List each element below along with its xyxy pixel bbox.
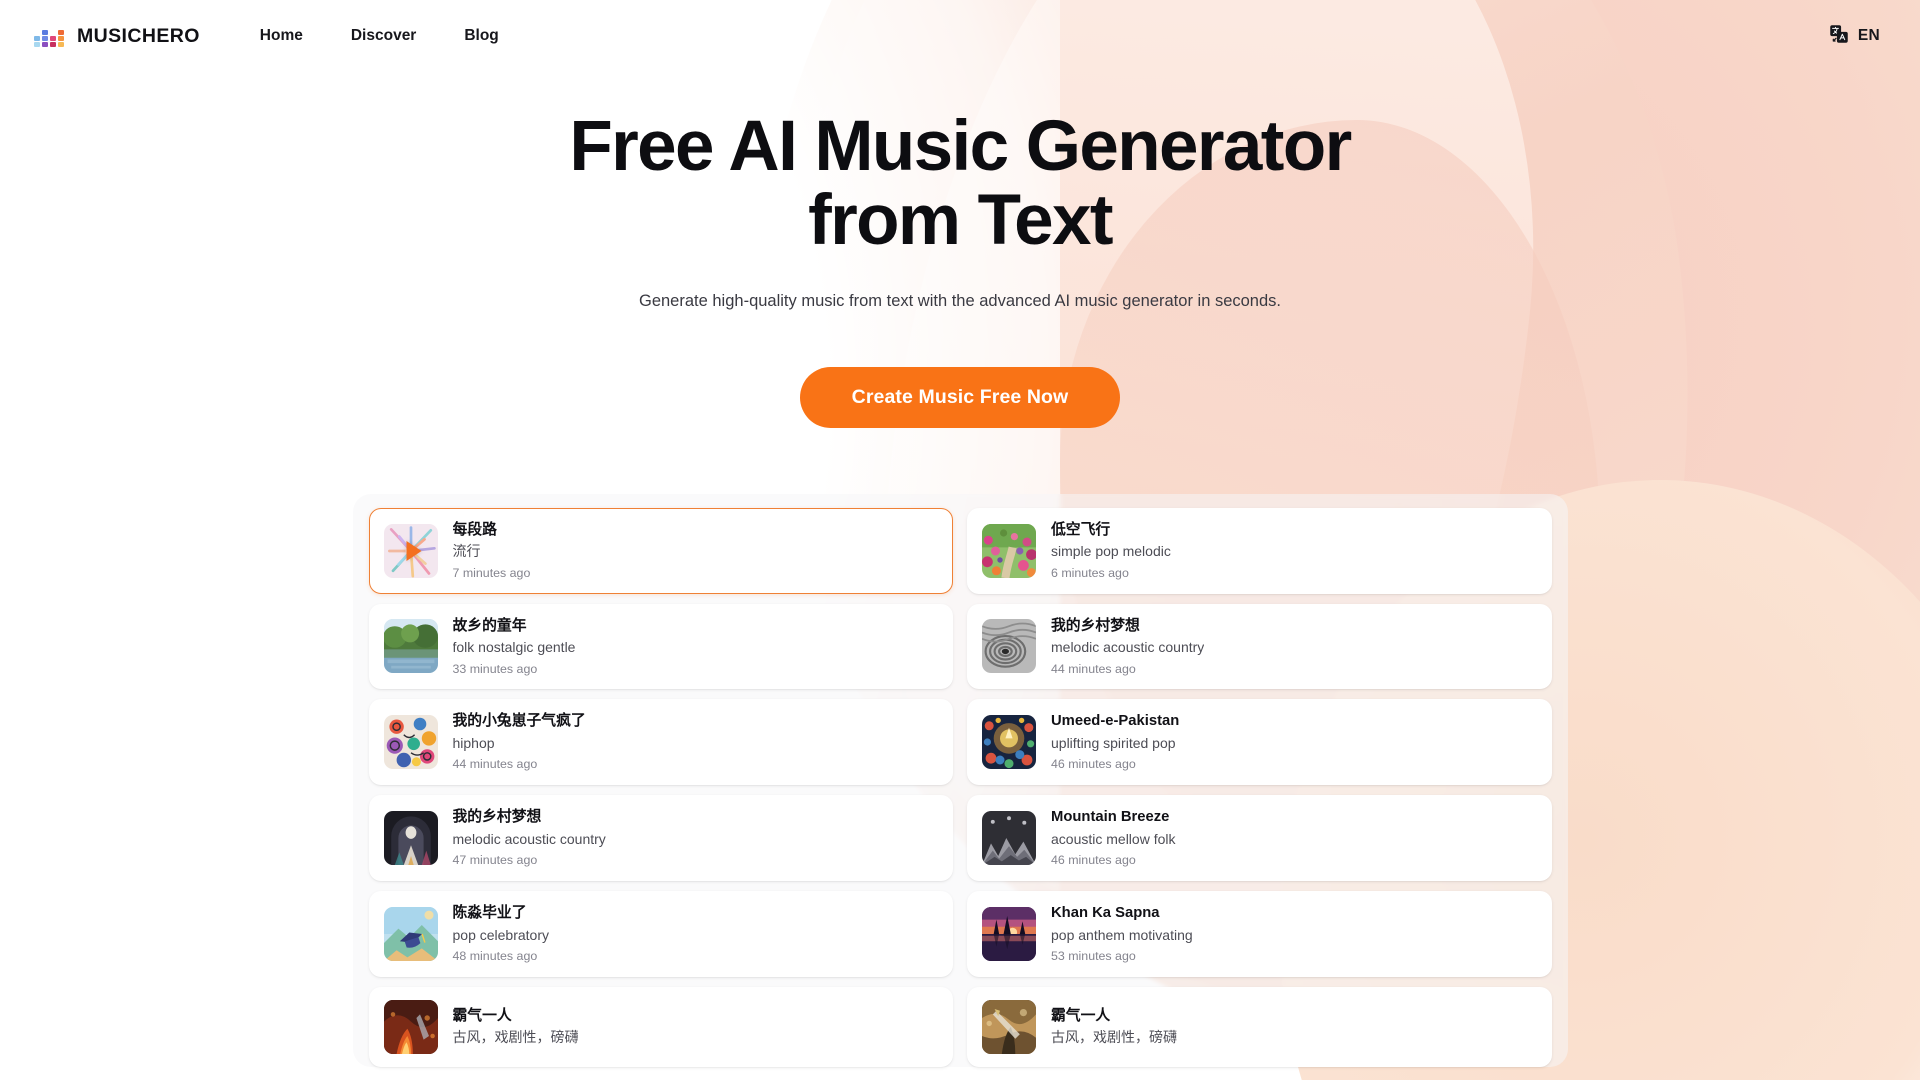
hero-title-line-2: from Text [808,180,1113,260]
play-icon[interactable] [406,540,421,561]
track-timestamp: 46 minutes ago [1051,853,1136,868]
hero-cta-wrapper: Create Music Free Now [0,366,1920,428]
track-title: Mountain Breeze [1051,809,1170,826]
translate-icon [1829,24,1849,49]
track-title: 陈淼毕业了 [452,905,527,922]
track-card[interactable]: 我的乡村梦想 melodic acoustic country 44 minutes… [967,603,1552,690]
track-card[interactable]: 故乡的童年 folk nostalgic gentle 33 minutes ago [368,603,953,690]
track-style-tags: 古风，戏剧性，磅礴 [1051,1029,1177,1046]
main-navigation: Home Discover Blog [260,27,499,45]
nav-item-home[interactable]: Home [260,27,303,45]
track-artwork-abstract-colorful-burst-icon[interactable] [383,523,438,578]
track-timestamp: 53 minutes ago [1051,949,1136,964]
track-artwork-graduation-cap-sky-icon[interactable] [383,907,438,962]
track-card[interactable]: Umeed-e-Pakistan uplifting spirited pop 46… [967,699,1552,786]
track-timestamp: 48 minutes ago [452,949,538,964]
page-root: MUSICHERO Home Discover Blog EN Free AI … [0,0,1920,1080]
track-meta: 故乡的童年 folk nostalgic gentle 33 minutes ago [453,617,576,677]
hero-title-line-1: Free AI Music Generator [569,107,1352,186]
track-artwork-grayscale-swirl-eye-icon[interactable] [982,619,1036,674]
track-artwork-purple-sunset-lake-icon[interactable] [982,907,1036,962]
nav-item-blog[interactable]: Blog [464,27,498,45]
track-timestamp: 44 minutes ago [1051,661,1136,676]
track-title: 霸气一人 [452,1007,512,1024]
tracks-grid: 每段路流行 7 minutes ago 低空飞行 simple pop melodi… [368,507,1552,1067]
brand-name: MUSICHERO [77,24,200,47]
track-meta: 低空飞行 simple pop melodic 6 minutes ago [1051,521,1171,581]
track-artwork-lantern-stained-glass-icon[interactable] [982,715,1036,770]
track-title: 低空飞行 [1051,521,1111,538]
track-title: 我的乡村梦想 [1051,617,1140,634]
track-style-tags: pop anthem motivating [1051,926,1193,943]
track-title: Umeed-e-Pakistan [1051,713,1180,730]
brand-logo-link[interactable]: MUSICHERO [34,22,200,50]
language-switcher[interactable]: EN [1823,20,1886,53]
track-card[interactable]: 霸气一人古风，戏剧性，磅礴 [967,986,1552,1067]
equalizer-bars-logo-icon [34,22,64,50]
track-card[interactable]: 每段路流行 7 minutes ago [368,507,953,594]
track-artwork-grayscale-mountain-range-icon[interactable] [982,811,1036,866]
track-style-tags: 古风，戏剧性，磅礴 [452,1029,579,1046]
header-actions: EN [1823,20,1886,53]
site-header: MUSICHERO Home Discover Blog EN [0,0,1920,72]
create-music-button[interactable]: Create Music Free Now [799,366,1121,428]
track-style-tags: 流行 [452,543,481,560]
track-artwork-colorful-graffiti-doodle-icon[interactable] [383,715,438,770]
track-meta: 我的小兔崽子气疯了 hiphop 44 minutes ago [453,712,586,772]
hero-section: Free AI Music Generator from Text Genera… [0,72,1920,428]
track-meta: Mountain Breeze acoustic mellow folk 46 mi… [1051,808,1176,868]
track-artwork-fiery-warrior-scene-icon[interactable] [383,999,438,1054]
track-artwork-golden-warrior-scene-icon[interactable] [982,999,1036,1054]
track-card[interactable]: 我的乡村梦想 melodic acoustic country 47 minutes… [368,795,953,882]
track-style-tags: hiphop [452,734,495,751]
track-card[interactable]: Mountain Breeze acoustic mellow folk 46 mi… [967,795,1552,882]
track-title: 我的乡村梦想 [452,809,542,826]
track-style-tags: melodic acoustic country [452,830,606,847]
track-style-tags: simple pop melodic [1051,543,1171,560]
track-meta: Khan Ka Sapna pop anthem motivating 53 min… [1051,904,1193,964]
track-timestamp: 46 minutes ago [1051,757,1136,772]
track-timestamp: 33 minutes ago [452,661,538,676]
track-card[interactable]: 陈淼毕业了 pop celebratory 48 minutes ago [368,891,953,977]
recent-tracks-panel: 每段路流行 7 minutes ago 低空飞行 simple pop melodi… [352,493,1568,1067]
track-timestamp: 47 minutes ago [452,853,538,868]
track-style-tags: folk nostalgic gentle [452,639,576,655]
track-meta: 霸气一人古风，戏剧性，磅礴 [453,1007,579,1047]
track-card[interactable]: 我的小兔崽子气疯了 hiphop 44 minutes ago [368,699,953,786]
language-code: EN [1857,27,1880,44]
track-artwork-flower-garden-path-icon[interactable] [982,523,1036,578]
track-title: 每段路 [452,521,497,538]
track-style-tags: melodic acoustic country [1051,639,1205,655]
track-timestamp: 44 minutes ago [452,757,538,772]
track-style-tags: acoustic mellow folk [1051,830,1176,847]
track-title: 我的小兔崽子气疯了 [452,713,586,730]
track-meta: 陈淼毕业了 pop celebratory 48 minutes ago [453,904,550,964]
track-card[interactable]: 霸气一人古风，戏剧性，磅礴 [368,986,953,1067]
track-title: Khan Ka Sapna [1051,905,1160,922]
track-meta: 每段路流行 7 minutes ago [453,521,531,581]
hero-subtitle: Generate high-quality music from text wi… [639,291,1281,310]
track-timestamp: 6 minutes ago [1051,565,1129,580]
track-artwork-green-river-landscape-icon[interactable] [383,619,438,674]
track-card[interactable]: Khan Ka Sapna pop anthem motivating 53 min… [967,891,1552,977]
track-card[interactable]: 低空飞行 simple pop melodic 6 minutes ago [967,507,1552,594]
nav-item-discover[interactable]: Discover [351,27,416,45]
track-title: 故乡的童年 [452,617,527,634]
track-meta: 霸气一人古风，戏剧性，磅礴 [1051,1007,1177,1047]
track-style-tags: uplifting spirited pop [1051,734,1176,751]
track-meta: 我的乡村梦想 melodic acoustic country 47 minutes… [453,808,606,868]
track-artwork-dark-arch-figure-icon[interactable] [383,811,438,866]
track-meta: 我的乡村梦想 melodic acoustic country 44 minutes… [1051,617,1204,677]
track-style-tags: pop celebratory [452,926,550,943]
track-meta: Umeed-e-Pakistan uplifting spirited pop 46… [1051,712,1179,772]
track-title: 霸气一人 [1051,1007,1111,1024]
track-timestamp: 7 minutes ago [452,565,531,580]
page-title: Free AI Music Generator from Text [480,110,1440,258]
